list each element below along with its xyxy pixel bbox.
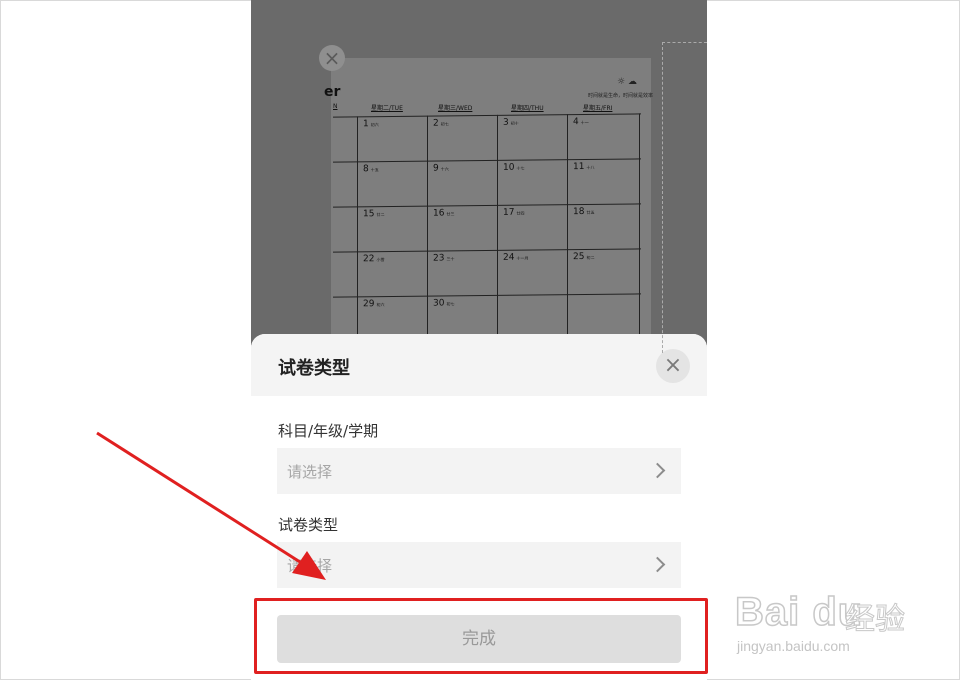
baidu-jingyan-watermark: Bai du 经验 jingyan.baidu.com — [734, 580, 955, 670]
watermark-brand: 经验 — [845, 602, 906, 638]
watermark-logo: Bai du — [734, 589, 864, 635]
arrow-shaft — [96, 431, 301, 564]
annotation-arrow — [96, 431, 326, 580]
arrow-head — [292, 551, 326, 580]
watermark-url: jingyan.baidu.com — [737, 638, 850, 654]
